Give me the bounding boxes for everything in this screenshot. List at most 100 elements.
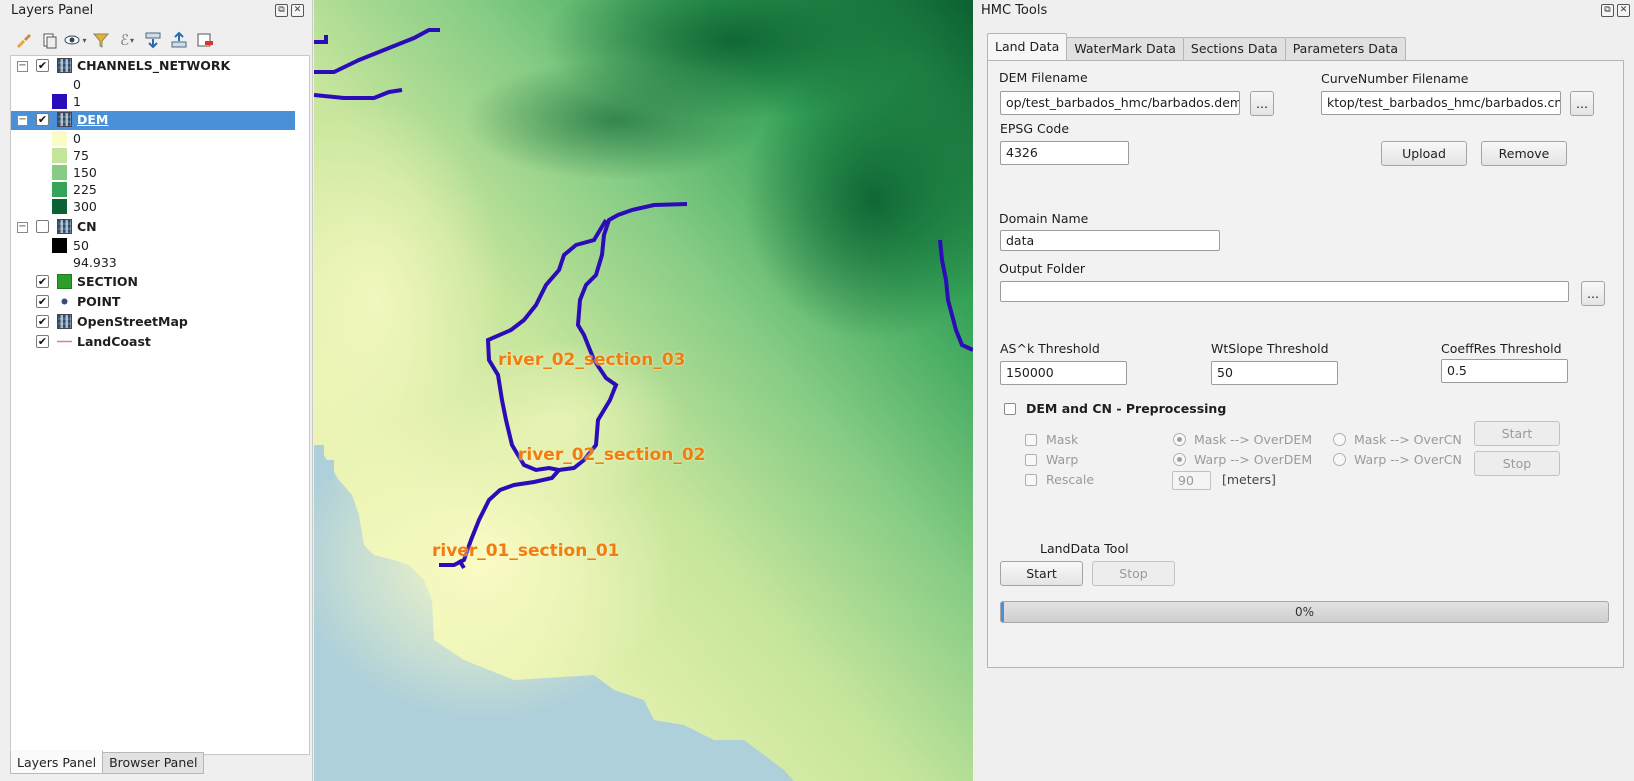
progress-text: 0%	[1294, 605, 1315, 619]
warp-checkbox[interactable]	[1025, 454, 1037, 466]
mask-overdem-radio[interactable]	[1173, 433, 1186, 446]
epsg-code-input[interactable]: 4326	[1000, 141, 1129, 165]
remove-layer-icon[interactable]	[192, 28, 218, 52]
mask-label: Mask	[1046, 432, 1079, 447]
layers-panel: Layers Panel ⧉ ✕ ▾ ℰ ▾ − ✔ CHANNELS_NETW…	[0, 0, 313, 781]
float-icon[interactable]: ⧉	[1601, 4, 1614, 17]
collapse-all-icon[interactable]	[166, 28, 192, 52]
layer-name-cn[interactable]: CN	[77, 219, 97, 234]
upload-button[interactable]: Upload	[1381, 141, 1467, 166]
layer-checkbox-landcoast[interactable]: ✔	[36, 335, 49, 348]
output-folder-browse-button[interactable]: ...	[1581, 281, 1605, 306]
progress-fill	[1001, 602, 1004, 622]
layer-checkbox-dem[interactable]: ✔	[36, 113, 49, 126]
dem-filename-label: DEM Filename	[999, 70, 1088, 85]
expand-all-icon[interactable]	[140, 28, 166, 52]
legend-swatch	[52, 94, 67, 109]
wtslope-threshold-input[interactable]: 50	[1211, 361, 1338, 385]
visibility-eye-icon[interactable]: ▾	[62, 28, 88, 52]
raster-icon	[57, 58, 72, 73]
layer-checkbox-channels-network[interactable]: ✔	[36, 59, 49, 72]
landdata-start-button[interactable]: Start	[1000, 561, 1083, 586]
collapse-icon[interactable]: −	[17, 61, 28, 72]
circle-point-icon	[57, 294, 72, 309]
domain-name-label: Domain Name	[999, 211, 1089, 226]
warp-overcn-label: Warp --> OverCN	[1354, 452, 1462, 467]
layer-checkbox-point[interactable]: ✔	[36, 295, 49, 308]
legend-label: 75	[73, 148, 89, 163]
rescale-checkbox[interactable]	[1025, 474, 1037, 486]
layers-dock-buttons: ⧉ ✕	[275, 4, 304, 17]
coeffres-threshold-input[interactable]: 0.5	[1441, 359, 1568, 383]
legend-swatch	[52, 148, 67, 163]
ask-threshold-input[interactable]: 150000	[1000, 361, 1127, 385]
domain-name-input[interactable]: data	[1000, 230, 1220, 251]
legend-label: 150	[73, 165, 97, 180]
dem-browse-button[interactable]: ...	[1250, 91, 1274, 116]
tab-sections-data[interactable]: Sections Data	[1182, 37, 1286, 60]
raster-icon	[57, 219, 72, 234]
hmc-tools-panel: HMC Tools ⧉ ✕ Land Data WaterMark Data S…	[974, 0, 1634, 781]
mask-overcn-radio[interactable]	[1333, 433, 1346, 446]
collapse-icon[interactable]: −	[17, 115, 28, 126]
raster-icon	[57, 112, 72, 127]
add-group-icon[interactable]	[36, 28, 62, 52]
landdata-stop-button[interactable]: Stop	[1092, 561, 1175, 586]
tab-watermark-data[interactable]: WaterMark Data	[1066, 37, 1184, 60]
dem-filename-input[interactable]: op/test_barbados_hmc/barbados.dem.txt	[1000, 91, 1240, 115]
section-label: river_02_section_02	[518, 445, 706, 465]
preprocessing-checkbox[interactable]	[1004, 403, 1016, 415]
legend-label: 94.933	[73, 255, 117, 270]
warp-overcn-radio[interactable]	[1333, 453, 1346, 466]
legend-label: 50	[73, 238, 89, 253]
preprocessing-start-button[interactable]: Start	[1474, 421, 1560, 446]
map-canvas[interactable]: river_02_section_03 river_02_section_02 …	[314, 0, 973, 781]
preprocessing-stop-button[interactable]: Stop	[1474, 451, 1560, 476]
landdata-progress-bar: 0%	[1000, 601, 1609, 623]
filter-icon[interactable]	[88, 28, 114, 52]
close-icon[interactable]: ✕	[1617, 4, 1630, 17]
layer-name-openstreetmap[interactable]: OpenStreetMap	[77, 314, 188, 329]
style-brush-icon[interactable]	[10, 28, 36, 52]
layer-name-point[interactable]: POINT	[77, 294, 120, 309]
tab-browser-panel[interactable]: Browser Panel	[102, 752, 205, 774]
output-folder-input[interactable]	[1000, 281, 1569, 302]
curvenumber-browse-button[interactable]: ...	[1570, 91, 1594, 116]
legend-swatch	[52, 131, 67, 146]
layer-name-channels-network[interactable]: CHANNELS_NETWORK	[77, 58, 230, 73]
section-label: river_01_section_01	[432, 541, 620, 561]
legend-swatch	[52, 165, 67, 180]
curvenumber-filename-input[interactable]: ktop/test_barbados_hmc/barbados.cn.txt	[1321, 91, 1561, 115]
layer-name-dem[interactable]: DEM	[77, 112, 108, 127]
tab-land-data[interactable]: Land Data	[987, 33, 1068, 60]
output-folder-label: Output Folder	[999, 261, 1086, 276]
remove-button[interactable]: Remove	[1481, 141, 1567, 166]
layer-checkbox-cn[interactable]	[36, 220, 49, 233]
tab-parameters-data[interactable]: Parameters Data	[1284, 37, 1407, 60]
layer-tree: − ✔ CHANNELS_NETWORK 0 1 − ✔ DEM 0 75 15…	[10, 55, 310, 755]
expression-filter-icon[interactable]: ℰ ▾	[114, 28, 140, 52]
close-icon[interactable]: ✕	[291, 4, 304, 17]
collapse-icon[interactable]: −	[17, 222, 28, 233]
square-point-icon	[57, 274, 72, 289]
line-icon	[57, 334, 72, 349]
land-data-page: DEM Filename op/test_barbados_hmc/barbad…	[987, 60, 1624, 668]
mask-overcn-label: Mask --> OverCN	[1354, 432, 1462, 447]
legend-label: 1	[73, 94, 81, 109]
legend-label: 0	[73, 77, 81, 92]
tab-layers-panel[interactable]: Layers Panel	[10, 750, 104, 774]
mask-checkbox[interactable]	[1025, 434, 1037, 446]
hmc-dock-buttons: ⧉ ✕	[1601, 4, 1630, 17]
layer-name-landcoast[interactable]: LandCoast	[77, 334, 151, 349]
legend-swatch	[52, 182, 67, 197]
warp-overdem-radio[interactable]	[1173, 453, 1186, 466]
layer-checkbox-section[interactable]: ✔	[36, 275, 49, 288]
rescale-value-input[interactable]: 90	[1172, 471, 1211, 490]
warp-overdem-label: Warp --> OverDEM	[1194, 452, 1313, 467]
layer-name-section[interactable]: SECTION	[77, 274, 138, 289]
ask-threshold-label: AS^k Threshold	[1000, 341, 1100, 356]
float-icon[interactable]: ⧉	[275, 4, 288, 17]
selected-row-highlight	[11, 111, 295, 130]
preprocessing-label: DEM and CN - Preprocessing	[1026, 401, 1227, 416]
layer-checkbox-openstreetmap[interactable]: ✔	[36, 315, 49, 328]
